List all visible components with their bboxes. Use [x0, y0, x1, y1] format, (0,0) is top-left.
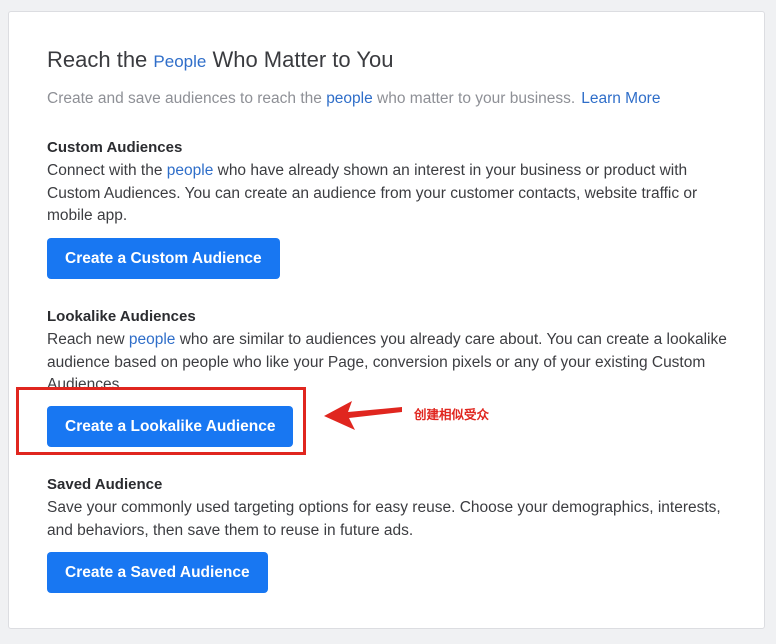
annotation-label: 创建相似受众 [414, 408, 490, 422]
title-pre: Reach the [47, 47, 154, 72]
audiences-card: Reach the People Who Matter to You Creat… [8, 11, 765, 629]
subtitle-people-link[interactable]: people [326, 90, 373, 107]
custom-audiences-title: Custom Audiences [47, 139, 183, 156]
learn-more-link[interactable]: Learn More [581, 90, 660, 107]
page-title: Reach the People Who Matter to You [47, 47, 393, 73]
custom-people-link[interactable]: people [167, 162, 214, 179]
create-custom-audience-button[interactable]: Create a Custom Audience [47, 238, 280, 279]
title-post: Who Matter to You [206, 47, 394, 72]
page-subtitle: Create and save audiences to reach the p… [47, 90, 660, 108]
lookalike-people-link[interactable]: people [129, 331, 176, 348]
lookalike-audiences-title: Lookalike Audiences [47, 308, 196, 325]
subtitle-pre: Create and save audiences to reach the [47, 90, 327, 107]
subtitle-post: who matter to your business. [372, 90, 576, 107]
custom-desc-pre: Connect with the [47, 162, 167, 179]
annotation-arrow-icon [324, 401, 402, 430]
lookalike-desc-pre: Reach new [47, 331, 129, 348]
annotation-highlight-box [16, 387, 306, 455]
saved-audience-title: Saved Audience [47, 476, 163, 493]
custom-audiences-desc: Connect with the people who have already… [47, 160, 737, 228]
saved-audience-desc: Save your commonly used targeting option… [47, 499, 721, 539]
title-highlight: People [153, 52, 207, 71]
create-saved-audience-button[interactable]: Create a Saved Audience [47, 552, 268, 593]
